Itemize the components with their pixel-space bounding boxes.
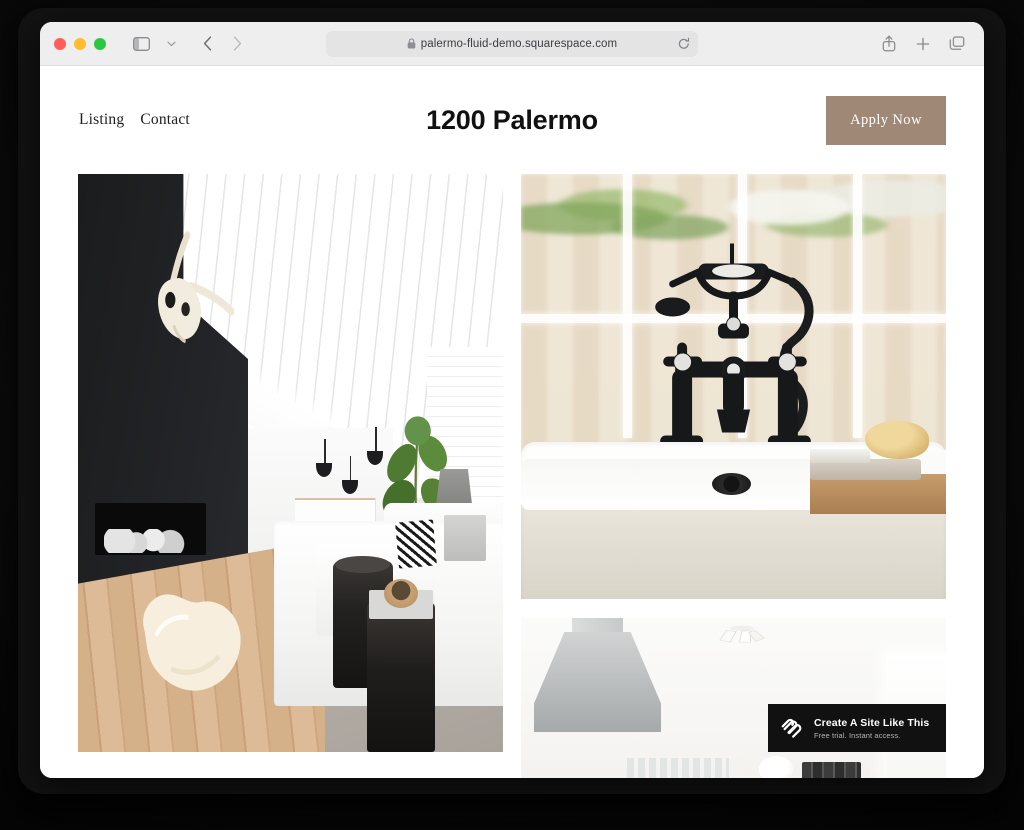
- ceiling-spotlights: [708, 624, 776, 656]
- gray-throw: [443, 515, 486, 562]
- url-text: palermo-fluid-demo.squarespace.com: [420, 37, 618, 50]
- window-controls: [54, 37, 106, 50]
- promo-text-block: Create A Site Like This Free trial. Inst…: [814, 717, 929, 740]
- chevron-down-icon[interactable]: [158, 31, 184, 57]
- browser-window: palermo-fluid-demo.squarespace.com Listi…: [40, 22, 984, 778]
- gallery-image-kitchen[interactable]: [521, 618, 946, 778]
- wooden-bowl: [384, 578, 418, 608]
- promo-subtitle: Free trial. Instant access.: [814, 730, 901, 740]
- minimize-window-button[interactable]: [74, 37, 86, 50]
- gallery-image-bathtub[interactable]: [521, 174, 946, 599]
- lock-icon: [407, 38, 416, 49]
- apply-now-label: Apply Now: [850, 111, 922, 128]
- screenshot-root: palermo-fluid-demo.squarespace.com Listi…: [0, 0, 1024, 830]
- forward-chevron-icon[interactable]: [224, 31, 250, 57]
- stump-side-table: [367, 601, 435, 752]
- plus-icon[interactable]: [910, 31, 936, 57]
- tabs-overview-icon[interactable]: [944, 31, 970, 57]
- patterned-pillow: [394, 519, 437, 569]
- reload-icon[interactable]: [678, 37, 690, 50]
- sheepskin-rug: [133, 579, 248, 695]
- ceramic-jar: [733, 758, 749, 778]
- squarespace-promo-banner[interactable]: Create A Site Like This Free trial. Inst…: [768, 704, 946, 752]
- nav-item-contact[interactable]: Contact: [140, 111, 190, 129]
- address-bar[interactable]: palermo-fluid-demo.squarespace.com: [326, 30, 698, 57]
- longhorn-skull: [138, 226, 240, 353]
- site-header: Listing Contact 1200 Palermo Apply Now: [40, 66, 984, 174]
- kettle: [759, 756, 793, 778]
- toolbar-right-actions: [876, 31, 970, 57]
- back-chevron-icon[interactable]: [194, 31, 220, 57]
- maximize-window-button[interactable]: [94, 37, 106, 50]
- gallery-column-right: [521, 174, 946, 778]
- navigation-controls: [194, 31, 250, 57]
- soap-bar: [810, 449, 870, 463]
- sidebar-controls: [128, 31, 184, 57]
- share-icon[interactable]: [876, 31, 902, 57]
- promo-title: Create A Site Like This: [814, 716, 930, 729]
- close-window-button[interactable]: [54, 37, 66, 50]
- fireplace-stones: [103, 529, 189, 553]
- tub-drain: [712, 472, 751, 495]
- sidebar-toggle-icon[interactable]: [128, 31, 154, 57]
- page-viewport: Listing Contact 1200 Palermo Apply Now C…: [40, 66, 984, 778]
- dark-canisters: [801, 762, 861, 778]
- site-navigation: Listing Contact: [79, 111, 190, 129]
- gallery-column-left: [78, 174, 503, 752]
- apply-now-button[interactable]: Apply Now: [826, 95, 946, 145]
- nav-item-listing[interactable]: Listing: [79, 111, 124, 129]
- squarespace-logo-icon: [780, 716, 804, 740]
- url-input[interactable]: palermo-fluid-demo.squarespace.com: [326, 30, 698, 57]
- browser-toolbar: palermo-fluid-demo.squarespace.com: [40, 22, 984, 66]
- gallery-grid: [40, 174, 984, 778]
- gallery-image-living-room[interactable]: [78, 174, 503, 752]
- natural-sponge: [865, 420, 929, 459]
- bathtub-basin: [521, 458, 857, 510]
- glassware-row: [627, 758, 730, 778]
